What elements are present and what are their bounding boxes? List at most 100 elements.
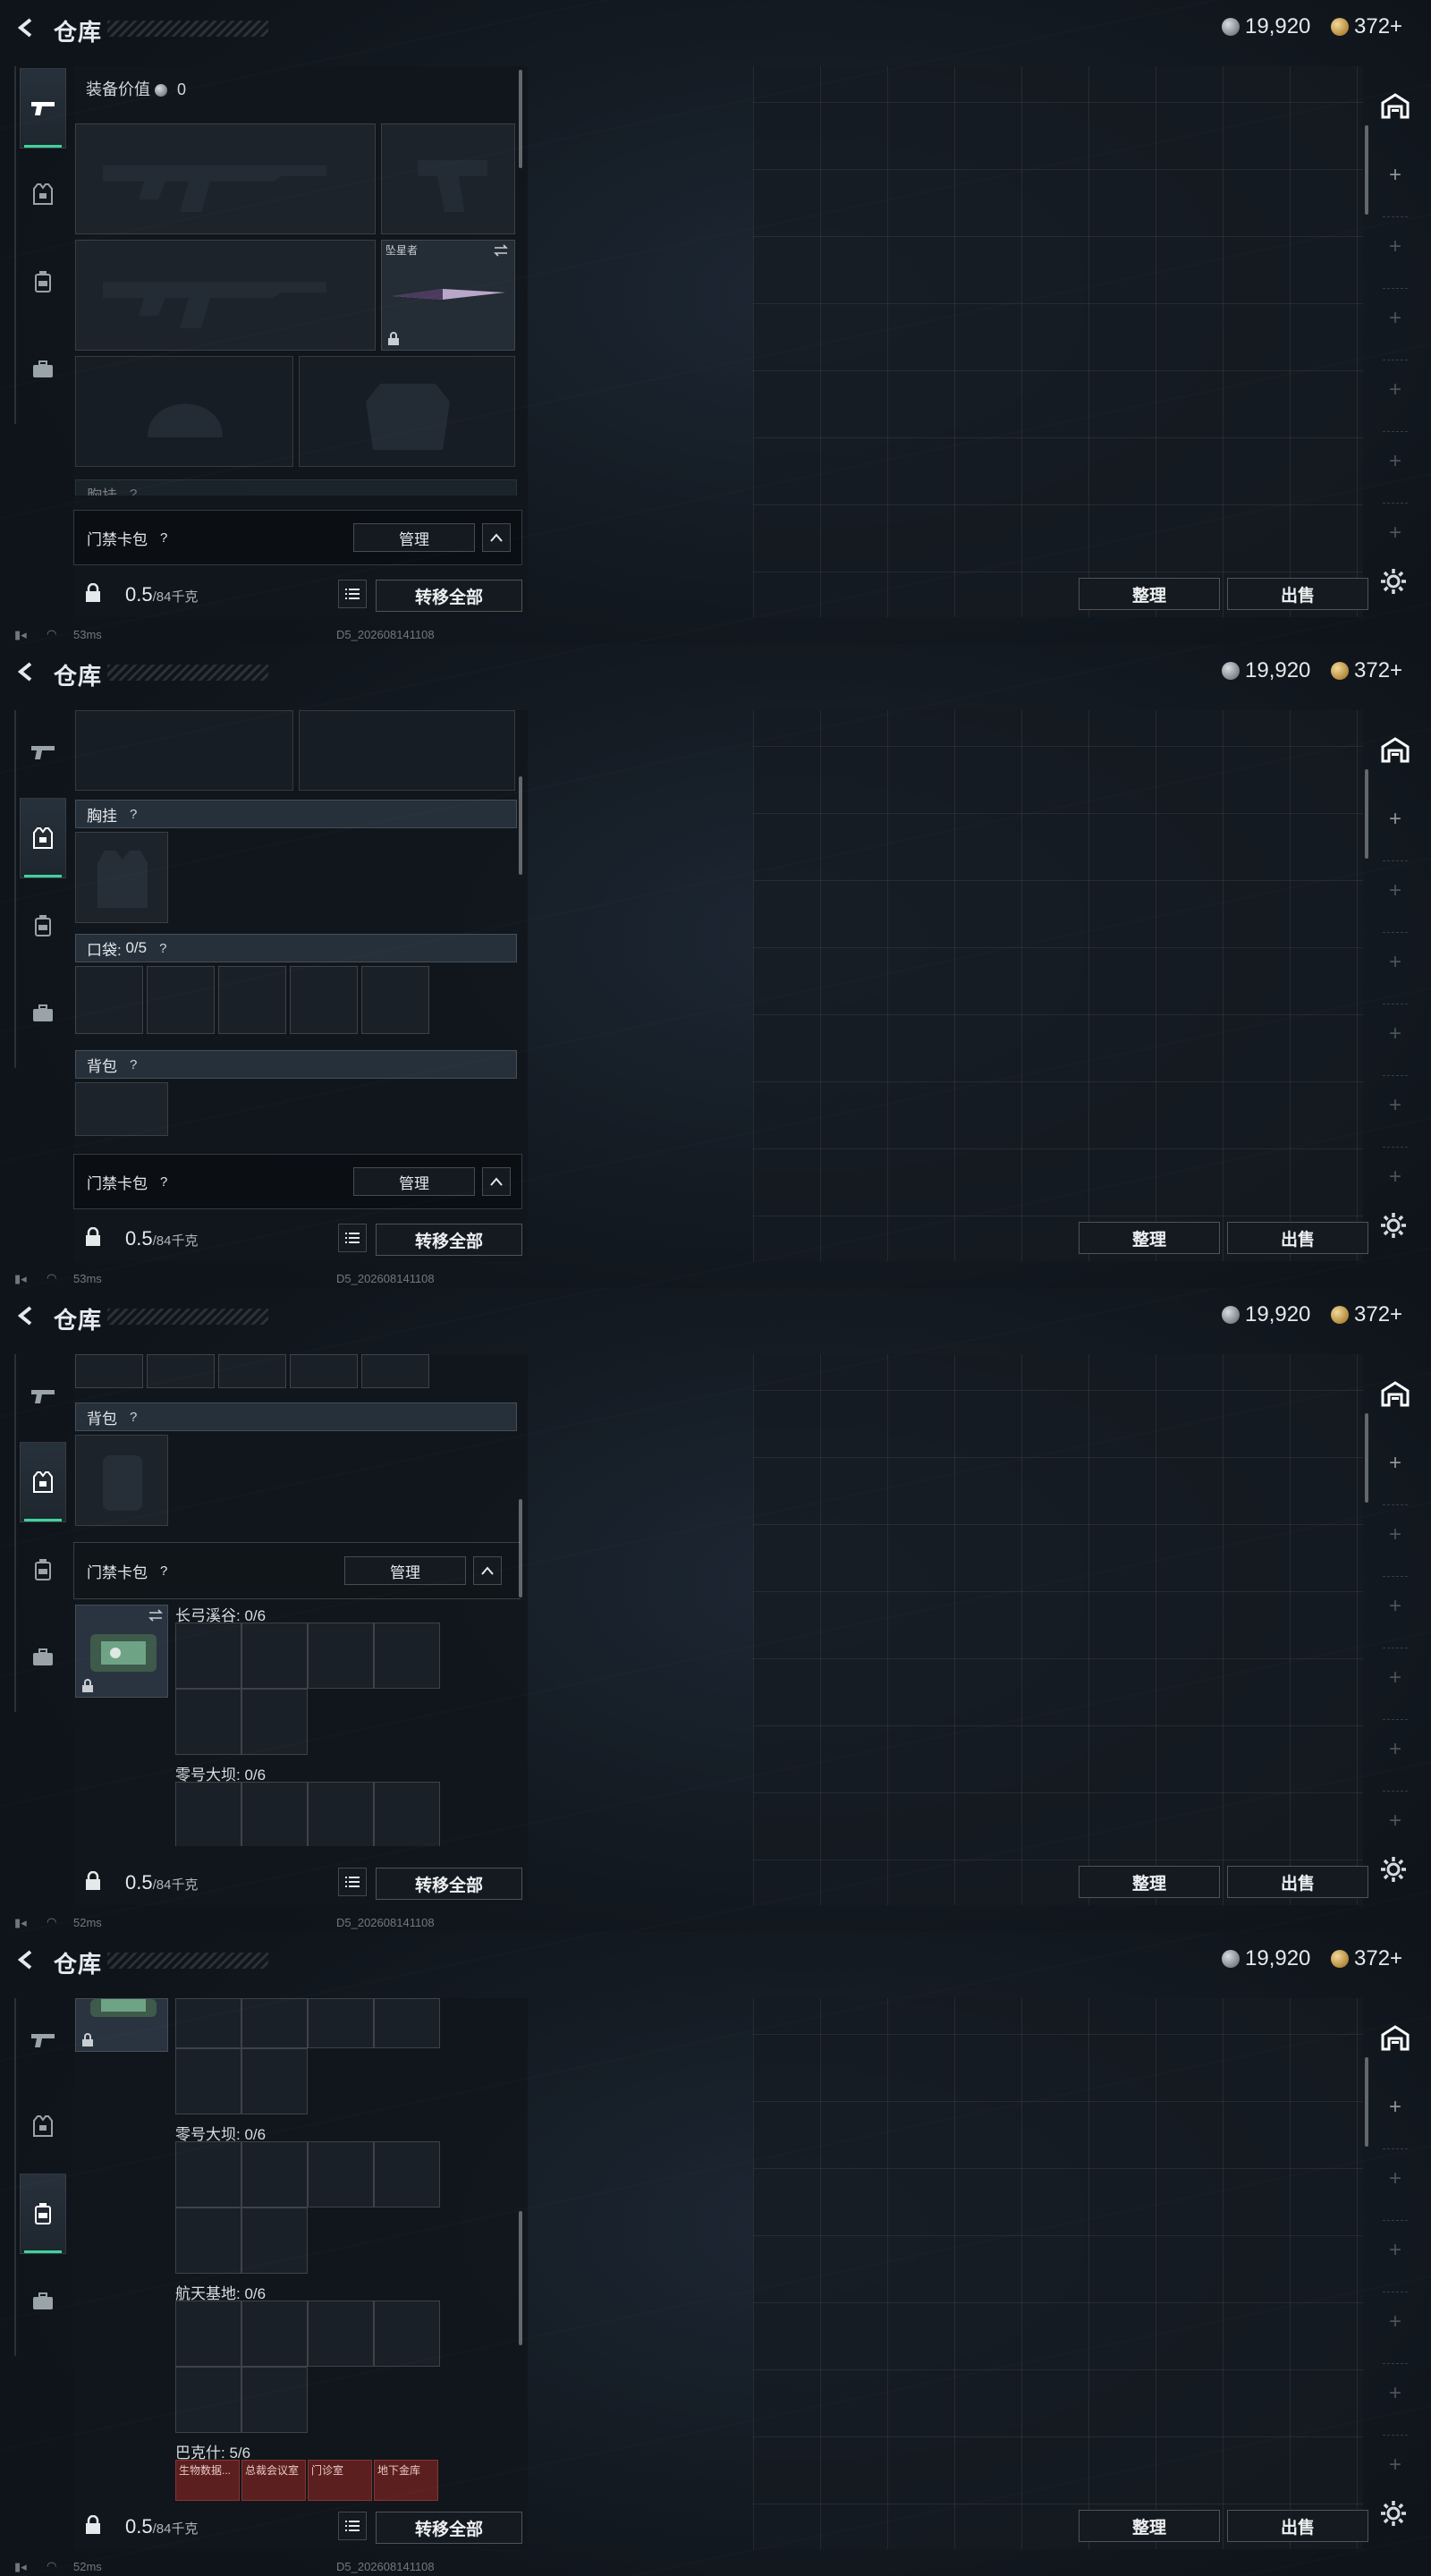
transfer-all-button[interactable]: 转移全部	[376, 2512, 522, 2544]
manage-button[interactable]: 管理	[353, 1167, 475, 1196]
back-button[interactable]	[13, 658, 39, 685]
keycard-slot[interactable]	[241, 1998, 308, 2048]
keycard-slot[interactable]	[241, 2141, 308, 2207]
pocket-slot[interactable]	[218, 1354, 286, 1388]
collapse-button[interactable]	[482, 1167, 511, 1196]
lock-icon[interactable]	[84, 2515, 102, 2535]
body-armor-slot[interactable]	[299, 356, 515, 467]
add-storage-button[interactable]: +	[1384, 308, 1406, 329]
equipment-scroll-area[interactable]: 背包? 门禁卡包? 管理 长弓溪谷: 0/6 零号大坝: 0/6	[73, 1354, 521, 1846]
keycard-slot[interactable]	[175, 1623, 241, 1689]
chest-rig-slot[interactable]	[75, 832, 168, 923]
rail-tab-case[interactable]	[20, 2261, 66, 2342]
lock-icon[interactable]	[84, 1227, 102, 1247]
keycard-item[interactable]: 地下金库	[374, 2460, 438, 2501]
keycard-slot[interactable]	[241, 1782, 308, 1846]
melee-slot[interactable]: 坠星者	[381, 240, 515, 351]
keycard-slot[interactable]	[374, 1782, 440, 1846]
keycard-slot[interactable]	[374, 2301, 440, 2367]
equipment-scroll-area[interactable]: 胸挂? 口袋: 0/5? 背包?	[73, 710, 521, 1140]
keycard-slot[interactable]	[241, 2301, 308, 2367]
back-button[interactable]	[13, 1946, 39, 1973]
pocket-slot[interactable]	[361, 966, 429, 1034]
rail-tab-backpack[interactable]	[20, 1530, 66, 1610]
keycard-slot[interactable]	[374, 2141, 440, 2207]
keycard-slot[interactable]	[241, 2367, 308, 2433]
storage-home-tab[interactable]	[1374, 1372, 1417, 1415]
backpack-slot[interactable]	[75, 1435, 168, 1526]
secondary-weapon-slot[interactable]	[75, 240, 376, 351]
keycard-slot[interactable]	[308, 1998, 374, 2048]
equipment-scrollbar[interactable]	[519, 776, 522, 875]
equipment-scrollbar[interactable]	[519, 70, 522, 168]
sort-button[interactable]: 整理	[1079, 1222, 1220, 1254]
gear-icon[interactable]	[1379, 2499, 1408, 2528]
rail-tab-case[interactable]	[20, 329, 66, 410]
rail-tab-weapons[interactable]	[20, 712, 66, 792]
rail-tab-weapons[interactable]	[20, 2000, 66, 2080]
gold-balance[interactable]: 372+	[1331, 14, 1402, 39]
manage-button[interactable]: 管理	[353, 523, 475, 552]
keycard-case-slot[interactable]	[75, 1998, 168, 2052]
rail-tab-armor[interactable]	[20, 1442, 66, 1522]
add-storage-button[interactable]: +	[1384, 2383, 1406, 2404]
keycard-slot[interactable]	[241, 1689, 308, 1755]
gold-balance[interactable]: 372+	[1331, 1302, 1402, 1327]
list-view-button[interactable]	[338, 580, 367, 608]
keycard-slot[interactable]	[308, 1623, 374, 1689]
keycard-slot[interactable]	[175, 2048, 241, 2114]
keycard-slot[interactable]	[308, 1782, 374, 1846]
sort-button[interactable]: 整理	[1079, 1866, 1220, 1898]
add-storage-button[interactable]: +	[1384, 2311, 1406, 2333]
gear-icon[interactable]	[1379, 1211, 1408, 1240]
keycard-slot[interactable]	[175, 1782, 241, 1846]
collapse-button[interactable]	[473, 1556, 502, 1585]
storage-home-tab[interactable]	[1374, 2016, 1417, 2059]
rail-tab-armor[interactable]	[20, 2086, 66, 2166]
equipment-scrollbar[interactable]	[519, 2211, 522, 2345]
lock-icon[interactable]	[84, 1871, 102, 1891]
primary-weapon-slot[interactable]	[75, 123, 376, 234]
add-storage-button[interactable]: +	[1384, 1095, 1406, 1116]
keycard-help[interactable]: ?	[160, 1174, 167, 1190]
swap-icon[interactable]	[493, 244, 509, 257]
rail-tab-case[interactable]	[20, 1617, 66, 1698]
helmet-slot[interactable]	[75, 356, 293, 467]
add-storage-button[interactable]: +	[1384, 522, 1406, 544]
storage-home-tab[interactable]	[1374, 84, 1417, 127]
transfer-all-button[interactable]: 转移全部	[376, 580, 522, 612]
back-button[interactable]	[13, 1302, 39, 1329]
keycard-slot[interactable]	[241, 2048, 308, 2114]
manage-button[interactable]: 管理	[344, 1556, 466, 1585]
pocket-slot[interactable]	[290, 1354, 358, 1388]
backpack-slot[interactable]	[75, 1082, 168, 1136]
add-storage-button[interactable]: +	[1384, 165, 1406, 186]
helmet-slot[interactable]	[75, 710, 293, 791]
keycard-slot[interactable]	[175, 2141, 241, 2207]
add-storage-button[interactable]: +	[1384, 1739, 1406, 1760]
keycard-slot[interactable]	[241, 1623, 308, 1689]
storage-scrollbar[interactable]	[1365, 769, 1368, 859]
add-storage-button[interactable]: +	[1384, 451, 1406, 472]
storage-scrollbar[interactable]	[1365, 1413, 1368, 1503]
gold-balance[interactable]: 372+	[1331, 1946, 1402, 1971]
swap-icon[interactable]	[148, 1609, 164, 1622]
sell-button[interactable]: 出售	[1227, 1222, 1368, 1254]
keycard-slot[interactable]	[241, 2207, 308, 2274]
gear-icon[interactable]	[1379, 567, 1408, 596]
transfer-all-button[interactable]: 转移全部	[376, 1868, 522, 1900]
rail-tab-case[interactable]	[20, 973, 66, 1054]
transfer-all-button[interactable]: 转移全部	[376, 1224, 522, 1256]
storage-scrollbar[interactable]	[1365, 2057, 1368, 2147]
add-storage-button[interactable]: +	[1384, 1810, 1406, 1832]
keycard-item[interactable]: 门诊室	[308, 2460, 372, 2501]
keycard-item[interactable]: 总裁会议室	[241, 2460, 306, 2501]
add-storage-button[interactable]: +	[1384, 1524, 1406, 1546]
add-storage-button[interactable]: +	[1384, 2240, 1406, 2261]
equipment-scroll-area[interactable]: 装备价值 0 坠星者 胸挂?	[73, 66, 521, 496]
sort-button[interactable]: 整理	[1079, 578, 1220, 610]
add-storage-button[interactable]: +	[1384, 880, 1406, 902]
add-storage-button[interactable]: +	[1384, 2097, 1406, 2118]
keycard-item[interactable]: 生物数据...	[175, 2460, 240, 2501]
keycard-slot[interactable]	[308, 2301, 374, 2367]
